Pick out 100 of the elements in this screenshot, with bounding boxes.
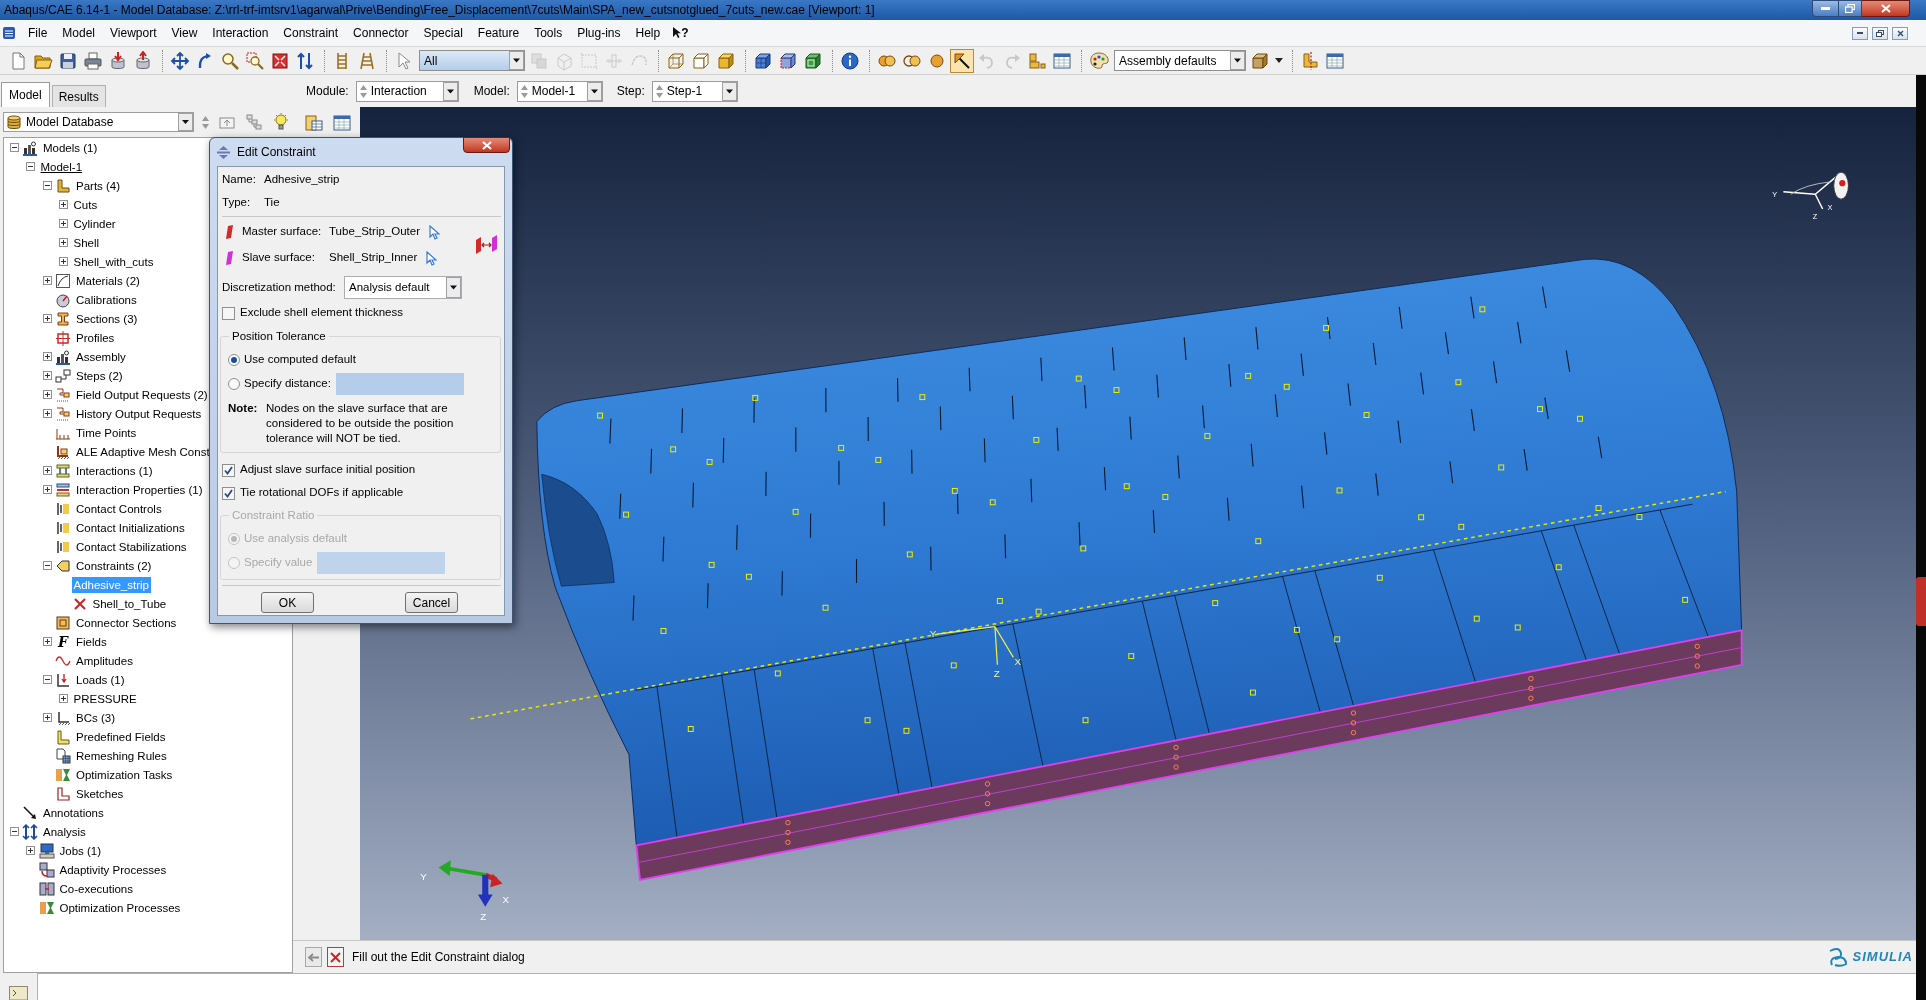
plus-box-icon[interactable] xyxy=(42,276,52,285)
menu-item[interactable]: Interaction xyxy=(212,24,269,42)
plus-box-icon[interactable] xyxy=(59,694,68,703)
tree-item[interactable]: Annotations xyxy=(41,804,106,821)
tree-item[interactable]: Models (1) xyxy=(41,139,100,156)
tree-item[interactable]: Amplitudes xyxy=(74,652,135,669)
model-database-dropdown[interactable]: Model Database xyxy=(3,112,194,132)
menu-item[interactable]: Special xyxy=(423,24,463,42)
tree-item[interactable]: Time Points xyxy=(74,424,139,441)
minus-box-icon[interactable] xyxy=(26,162,35,171)
minus-box-icon[interactable] xyxy=(42,561,52,570)
checkbox-option[interactable]: Exclude shell element thickness xyxy=(222,304,403,322)
tree-item[interactable]: Contact Stabilizations xyxy=(74,538,189,555)
cancel-procedure-button[interactable] xyxy=(327,947,344,967)
swap-surfaces-button[interactable] xyxy=(474,234,499,256)
plus-box-icon[interactable] xyxy=(42,466,52,475)
menu-item[interactable]: Constraint xyxy=(283,24,339,42)
command-field[interactable] xyxy=(38,973,1916,1000)
radio-option[interactable]: Specify distance: xyxy=(228,375,331,393)
restore-button[interactable] xyxy=(1872,26,1888,40)
restore-button[interactable] xyxy=(1839,0,1862,17)
plus-box-icon[interactable] xyxy=(26,846,35,855)
tree-item[interactable]: Sketches xyxy=(74,785,126,802)
tree-item[interactable]: PRESSURE xyxy=(71,690,139,707)
tree-item[interactable]: Steps (2) xyxy=(74,367,125,384)
plus-box-icon[interactable] xyxy=(42,371,52,380)
close-button[interactable] xyxy=(1892,26,1908,40)
prompt-tile-icon[interactable] xyxy=(9,986,28,1000)
tree-item[interactable]: Calibrations xyxy=(74,291,139,308)
tree-item[interactable]: Jobs (1) xyxy=(57,842,104,859)
toolbar-dropdown[interactable]: Assembly defaults xyxy=(1114,50,1246,71)
minus-box-icon[interactable] xyxy=(42,181,52,190)
input-field[interactable] xyxy=(335,373,464,395)
menu-item[interactable]: File xyxy=(28,24,48,42)
toolbox-panel-button[interactable] xyxy=(304,113,324,133)
plus-box-icon[interactable] xyxy=(42,713,52,722)
tab[interactable]: Model xyxy=(1,82,50,107)
close-button[interactable] xyxy=(1862,0,1910,17)
tree-item[interactable]: Interactions (1) xyxy=(74,462,155,479)
plus-box-icon[interactable] xyxy=(42,314,52,323)
tree-item[interactable]: Interaction Properties (1) xyxy=(74,481,205,498)
tree-item[interactable]: Assembly xyxy=(74,348,128,365)
close-button[interactable] xyxy=(463,137,510,153)
menu-item[interactable]: Connector xyxy=(353,24,409,42)
window-menu-icon[interactable] xyxy=(3,27,15,39)
menu-item[interactable]: Feature xyxy=(477,24,520,42)
menu-item[interactable]: Tools xyxy=(534,24,563,42)
minus-box-icon[interactable] xyxy=(42,675,52,684)
tree-item[interactable]: Cuts xyxy=(71,196,100,213)
selector-dropdown[interactable]: Step-1 xyxy=(651,80,738,102)
whats-this-button[interactable]: ? xyxy=(673,24,689,42)
ok-button[interactable]: OK xyxy=(261,592,314,613)
plus-box-icon[interactable] xyxy=(59,238,68,247)
tree-item[interactable]: Optimization Processes xyxy=(57,899,183,916)
tree-item[interactable]: Fields xyxy=(74,633,109,650)
tree-item[interactable]: Shell xyxy=(71,234,102,251)
minus-box-icon[interactable] xyxy=(9,143,19,152)
tree-item[interactable]: Profiles xyxy=(74,329,117,346)
back-button[interactable] xyxy=(305,947,322,967)
tree-item[interactable]: Constraints (2) xyxy=(74,557,154,574)
menu-item[interactable]: Plug-ins xyxy=(577,24,621,42)
minimize-button[interactable] xyxy=(1852,26,1868,40)
menu-item[interactable]: Viewport xyxy=(110,24,157,42)
tree-item[interactable]: Field Output Requests (2) xyxy=(74,386,210,403)
tree-item[interactable]: Sections (3) xyxy=(74,310,140,327)
plus-box-icon[interactable] xyxy=(42,390,52,399)
tree-item[interactable]: Contact Controls xyxy=(74,500,164,517)
plus-box-icon[interactable] xyxy=(42,485,52,494)
tree-item[interactable]: Materials (2) xyxy=(74,272,142,289)
pick-arrow-button[interactable] xyxy=(950,48,974,73)
tree-item[interactable]: Adaptivity Processes xyxy=(57,861,169,878)
tree-item[interactable]: Loads (1) xyxy=(74,671,127,688)
minus-box-icon[interactable] xyxy=(9,827,19,836)
plus-box-icon[interactable] xyxy=(42,637,52,646)
toolbox-table-button[interactable] xyxy=(332,113,352,133)
checkbox-option[interactable]: Tie rotational DOFs if applicable xyxy=(222,484,404,502)
tab[interactable]: Results xyxy=(51,85,106,107)
selector-dropdown[interactable]: Interaction xyxy=(355,80,459,102)
tree-item[interactable]: History Output Requests xyxy=(74,405,204,422)
tree-item[interactable]: Predefined Fields xyxy=(74,728,168,745)
tree-item[interactable]: Analysis xyxy=(41,823,88,840)
tree-item[interactable]: Connector Sections xyxy=(74,614,179,631)
tree-item[interactable]: Contact Initializations xyxy=(74,519,187,536)
tree-item[interactable]: Shell_to_Tube xyxy=(90,595,169,612)
tree-item[interactable]: Remeshing Rules xyxy=(74,747,169,764)
tree-item[interactable]: Shell_with_cuts xyxy=(71,253,156,270)
tree-item[interactable]: Cylinder xyxy=(71,215,118,232)
pick-surface-button[interactable] xyxy=(425,250,439,266)
tree-item[interactable]: Optimization Tasks xyxy=(74,766,175,783)
tree-item[interactable]: Co-executions xyxy=(57,880,135,897)
checkbox-option[interactable]: Adjust slave surface initial position xyxy=(222,461,416,479)
pick-surface-button[interactable] xyxy=(428,224,441,240)
plus-box-icon[interactable] xyxy=(59,200,68,209)
minimize-button[interactable] xyxy=(1812,0,1839,17)
cancel-button[interactable]: Cancel xyxy=(405,592,458,613)
plus-box-icon[interactable] xyxy=(42,409,52,418)
plus-box-icon[interactable] xyxy=(59,257,68,266)
discretization-dropdown[interactable]: Analysis default xyxy=(344,276,462,299)
plus-box-icon[interactable] xyxy=(42,352,52,361)
selector-dropdown[interactable]: Model-1 xyxy=(516,80,603,102)
